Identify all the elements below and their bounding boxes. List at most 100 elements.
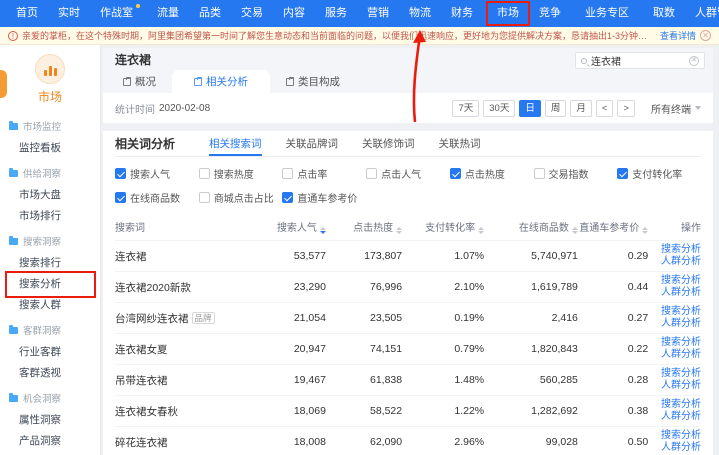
stat-row: 统计时间 2020-02-08 7天 30天 日 周 月 < > 所有终端	[103, 93, 713, 123]
nav-item-人群管理[interactable]: 人群管理	[685, 0, 719, 27]
notice-detail-link[interactable]: 查看详情	[660, 29, 696, 42]
nav-item-取数[interactable]: 取数	[643, 0, 685, 27]
column-header-点击热度[interactable]: 点击热度	[326, 212, 402, 241]
nav-item-实时[interactable]: 实时	[48, 0, 90, 27]
value-cell: 1.48%	[402, 365, 484, 396]
action-link-人群分析[interactable]: 人群分析	[648, 318, 701, 330]
sidebar-item-市场排行[interactable]: 市场排行	[0, 206, 100, 227]
checkbox-icon	[199, 168, 210, 179]
action-link-搜索分析[interactable]: 搜索分析	[648, 337, 701, 349]
range-30d-button[interactable]: 30天	[483, 100, 515, 117]
metric-checkbox-搜索热度[interactable]: 搜索热度	[199, 166, 283, 181]
metric-label: 交易指数	[549, 166, 589, 181]
action-link-人群分析[interactable]: 人群分析	[648, 442, 701, 454]
sub-tab-关联修饰词[interactable]: 关联修饰词	[362, 131, 415, 156]
value-cell: 2.10%	[402, 272, 484, 303]
metric-checkbox-直通车参考价[interactable]: 直通车参考价	[282, 190, 366, 205]
metric-label: 商城点击占比	[214, 190, 274, 205]
sub-tab-关联品牌词[interactable]: 关联品牌词	[286, 131, 339, 156]
action-link-搜索分析[interactable]: 搜索分析	[648, 368, 701, 380]
tab-overview[interactable]: 概况	[107, 70, 172, 93]
tab-category-composition[interactable]: 类目构成	[270, 70, 356, 93]
metric-checkbox-点击率[interactable]: 点击率	[282, 166, 366, 181]
table-row: 连衣裙53,577173,8071.07%5,740,9710.29搜索分析人群…	[115, 241, 701, 272]
date-controls: 7天 30天 日 周 月 < > 所有终端	[452, 100, 701, 117]
tab-related-analysis[interactable]: 相关分析	[172, 70, 270, 93]
sort-icon	[642, 227, 648, 234]
sort-icon	[320, 227, 326, 234]
sub-tab-相关搜索词[interactable]: 相关搜索词	[209, 131, 262, 156]
next-button[interactable]: >	[617, 100, 635, 117]
column-header-支付转化率[interactable]: 支付转化率	[402, 212, 484, 241]
metric-checkbox-点击人气[interactable]: 点击人气	[366, 166, 450, 181]
nav-item-服务[interactable]: 服务	[315, 0, 357, 27]
nav-item-内容[interactable]: 内容	[273, 0, 315, 27]
prev-button[interactable]: <	[596, 100, 614, 117]
metric-checkbox-支付转化率[interactable]: 支付转化率	[617, 166, 701, 181]
metric-checkbox-搜索人气[interactable]: 搜索人气	[115, 166, 199, 181]
action-link-搜索分析[interactable]: 搜索分析	[648, 306, 701, 318]
period-day-button[interactable]: 日	[519, 100, 541, 117]
floating-widget[interactable]	[0, 70, 7, 98]
action-link-人群分析[interactable]: 人群分析	[648, 256, 701, 268]
nav-item-品类[interactable]: 品类	[189, 0, 231, 27]
nav-item-交易[interactable]: 交易	[231, 0, 273, 27]
clear-icon[interactable]: ✕	[689, 56, 699, 66]
nav-item-竞争[interactable]: 竞争	[529, 0, 571, 27]
sidebar-item-行业客群[interactable]: 行业客群	[0, 342, 100, 363]
sidebar-item-产品洞察[interactable]: 产品洞察	[0, 431, 100, 452]
new-badge	[136, 4, 140, 8]
period-week-button[interactable]: 周	[545, 100, 567, 117]
action-link-搜索分析[interactable]: 搜索分析	[648, 399, 701, 411]
value-cell: 21,054	[256, 303, 326, 334]
value-cell: 5,740,971	[484, 241, 578, 272]
sidebar-section-搜索洞察: 搜索洞察	[0, 229, 100, 253]
sidebar-item-客群透视[interactable]: 客群透视	[0, 363, 100, 384]
search-input[interactable]: 连衣裙 ✕	[575, 52, 705, 69]
action-link-搜索分析[interactable]: 搜索分析	[648, 275, 701, 287]
sidebar-section-label: 客群洞察	[23, 323, 61, 337]
actions-cell: 搜索分析人群分析	[648, 334, 701, 365]
metric-checkbox-商城点击占比[interactable]: 商城点击占比	[199, 190, 283, 205]
sidebar-item-监控看板[interactable]: 监控看板	[0, 138, 100, 159]
nav-item-财务[interactable]: 财务	[441, 0, 483, 27]
action-link-搜索分析[interactable]: 搜索分析	[648, 244, 701, 256]
metric-checkbox-交易指数[interactable]: 交易指数	[534, 166, 618, 181]
search-icon	[581, 58, 587, 64]
sidebar-item-搜索人群[interactable]: 搜索人群	[0, 295, 100, 316]
folder-icon	[9, 395, 18, 402]
action-link-搜索分析[interactable]: 搜索分析	[648, 430, 701, 442]
action-link-人群分析[interactable]: 人群分析	[648, 380, 701, 392]
action-link-人群分析[interactable]: 人群分析	[648, 287, 701, 299]
column-header-搜索人气[interactable]: 搜索人气	[256, 212, 326, 241]
nav-item-流量[interactable]: 流量	[147, 0, 189, 27]
nav-item-作战室[interactable]: 作战室	[90, 0, 143, 27]
nav-item-物流[interactable]: 物流	[399, 0, 441, 27]
sidebar-item-属性洞察[interactable]: 属性洞察	[0, 410, 100, 431]
range-7d-button[interactable]: 7天	[452, 100, 479, 117]
sidebar-item-市场大盘[interactable]: 市场大盘	[0, 185, 100, 206]
period-month-button[interactable]: 月	[570, 100, 592, 117]
sidebar-menu: 市场监控监控看板供给洞察市场大盘市场排行搜索洞察搜索排行搜索分析搜索人群客群洞察…	[0, 114, 100, 452]
nav-item-营销[interactable]: 营销	[357, 0, 399, 27]
nav-item-业务专区[interactable]: 业务专区	[575, 0, 639, 27]
value-cell: 0.44	[578, 272, 648, 303]
nav-item-市场[interactable]: 市场	[487, 0, 529, 27]
sidebar-section-供给洞察: 供给洞察	[0, 161, 100, 185]
metric-checkbox-在线商品数[interactable]: 在线商品数	[115, 190, 199, 205]
sidebar-item-搜索分析[interactable]: 搜索分析	[0, 274, 100, 295]
sub-tab-关联热词[interactable]: 关联热词	[439, 131, 481, 156]
sidebar-section-label: 搜索洞察	[23, 234, 61, 248]
action-link-人群分析[interactable]: 人群分析	[648, 411, 701, 423]
column-header-直通车参考价[interactable]: 直通车参考价	[578, 212, 648, 241]
action-link-人群分析[interactable]: 人群分析	[648, 349, 701, 361]
metric-checkbox-点击热度[interactable]: 点击热度	[450, 166, 534, 181]
column-header-在线商品数[interactable]: 在线商品数	[484, 212, 578, 241]
notice-close-icon[interactable]: ✕	[700, 30, 711, 41]
terminal-select[interactable]: 所有终端	[651, 101, 701, 116]
keyword-cell: 连衣裙2020新款	[115, 272, 256, 303]
header-card: 连衣裙 连衣裙 ✕ 概况 相关分析 类目构成	[103, 48, 713, 123]
value-cell: 0.79%	[402, 334, 484, 365]
nav-item-首页[interactable]: 首页	[6, 0, 48, 27]
analysis-title: 相关词分析	[115, 135, 175, 152]
